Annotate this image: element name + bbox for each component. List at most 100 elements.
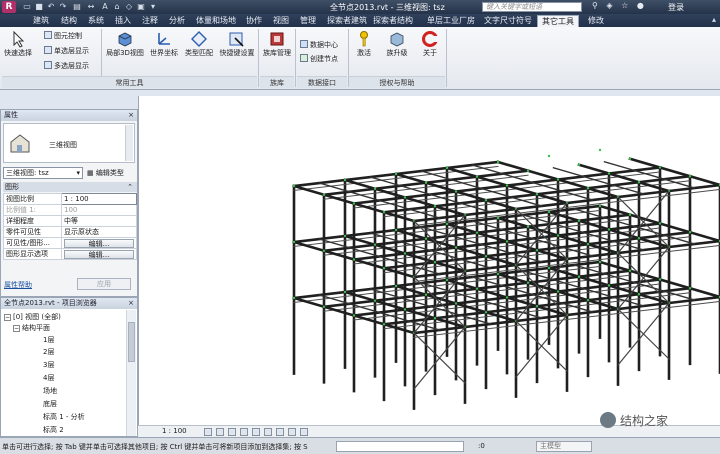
tab-tsz-struct[interactable]: 探索者结构 <box>373 15 413 27</box>
tab-analyze[interactable]: 分析 <box>169 15 185 27</box>
tab-tsz-arch[interactable]: 探索者建筑 <box>327 15 367 27</box>
type-match-button[interactable]: 类型匹配 <box>182 30 216 58</box>
close-icon[interactable]: × <box>128 298 134 309</box>
tree-views-root[interactable]: − [0] 视图 (全部) <box>4 312 61 322</box>
steel-frame-model <box>292 148 720 410</box>
data-center-button[interactable]: 数据中心 <box>300 40 338 50</box>
edit-type-button[interactable]: ▦ 编辑类型 <box>87 167 124 179</box>
shortcut-settings-button[interactable]: 快捷键设置 <box>217 30 257 58</box>
visual-style-icon[interactable] <box>216 428 224 436</box>
text-icon[interactable]: A <box>100 2 110 12</box>
tab-annotate[interactable]: 注释 <box>142 15 158 27</box>
tab-collaborate[interactable]: 协作 <box>246 15 262 27</box>
element-control-button[interactable]: 图元控制 <box>44 31 82 41</box>
tree-item-level-3[interactable]: 3层 <box>43 360 54 370</box>
print-icon[interactable]: ▤ <box>72 2 82 12</box>
sun-path-icon[interactable] <box>228 428 236 436</box>
family-manager-button[interactable]: 族库管理 <box>260 30 294 58</box>
type-selector[interactable]: 三维视图 <box>3 123 135 163</box>
close-hidden-icon[interactable]: ▣ <box>136 2 146 12</box>
detail-level-field[interactable]: 中等 <box>61 215 137 227</box>
local-3d-button[interactable]: 局部3D视图 <box>104 30 146 58</box>
tab-architecture[interactable]: 建筑 <box>33 15 49 27</box>
detail-level-icon[interactable] <box>204 428 212 436</box>
binoculars-icon[interactable]: ⚲ <box>592 1 598 10</box>
3d-viewport[interactable] <box>138 96 720 425</box>
view-instance-select[interactable]: 三维视图: tsz <box>3 167 83 179</box>
type-scrollbar[interactable] <box>125 125 133 161</box>
3d-view-icon[interactable]: ⌂ <box>112 2 122 12</box>
minimize-ribbon-icon[interactable]: ▴ <box>712 15 716 24</box>
activate-label: 激活 <box>357 49 371 57</box>
star-icon[interactable]: ☆ <box>621 1 628 10</box>
tab-massing-site[interactable]: 体量和场地 <box>196 15 236 27</box>
instance-row: 三维视图: tsz ▦ 编辑类型 <box>3 167 137 180</box>
family-upgrade-button[interactable]: 族升级 <box>382 30 412 58</box>
open-icon[interactable]: ▭ <box>22 2 32 12</box>
node-connection <box>688 175 692 178</box>
browser-scrollbar[interactable] <box>126 310 136 436</box>
tab-other-tools[interactable]: 其它工具 <box>537 15 579 27</box>
close-icon[interactable]: × <box>128 110 134 121</box>
undo-icon[interactable]: ↶ <box>46 2 56 12</box>
about-button[interactable]: 关于 <box>418 30 442 58</box>
collapse-icon[interactable]: − <box>13 325 20 332</box>
properties-help-link[interactable]: 属性帮助 <box>4 280 32 290</box>
tab-text-dims[interactable]: 文字尺寸符号 <box>484 15 532 27</box>
crop-view-icon[interactable] <box>252 428 260 436</box>
measure-icon[interactable]: ↔ <box>86 2 96 12</box>
collapse-icon[interactable]: − <box>4 314 11 321</box>
tab-systems[interactable]: 系统 <box>88 15 104 27</box>
tree-item-level2[interactable]: 标高 2 <box>43 425 64 435</box>
graphic-display-edit-button[interactable]: 编辑... <box>64 249 134 259</box>
tree-item-level-1[interactable]: 1层 <box>43 335 54 345</box>
customize-qat-icon[interactable]: ▾ <box>148 2 158 12</box>
graphics-section[interactable]: 图形 ⌃ <box>3 182 137 192</box>
tab-structure[interactable]: 结构 <box>61 15 77 27</box>
redo-icon[interactable]: ↷ <box>58 2 68 12</box>
node-connection <box>496 160 500 164</box>
shadows-icon[interactable] <box>240 428 248 436</box>
section-icon[interactable]: ◇ <box>124 2 134 12</box>
tab-insert[interactable]: 插入 <box>115 15 131 27</box>
app-menu-button[interactable]: R <box>2 1 16 13</box>
tree-item-level-2[interactable]: 2层 <box>43 347 54 357</box>
tree-item-level1-analysis[interactable]: 标高 1 - 分析 <box>43 412 85 422</box>
apply-button[interactable]: 应用 <box>77 278 131 290</box>
tree-item-level-4[interactable]: 4层 <box>43 373 54 383</box>
design-option-select[interactable]: 主模型 <box>536 441 592 452</box>
world-coord-button[interactable]: 世界坐标 <box>147 30 181 58</box>
prop-key: 图形显示选项 <box>3 248 62 260</box>
view-scale[interactable]: 1 : 100 <box>162 427 187 435</box>
tab-view[interactable]: 视图 <box>273 15 289 27</box>
reveal-hidden-icon[interactable] <box>300 428 308 436</box>
tree-item-base[interactable]: 底层 <box>43 399 57 409</box>
quick-select-button[interactable]: 快速选择 <box>2 30 34 58</box>
vg-cell: 编辑... <box>61 237 137 249</box>
single-layer-display-button[interactable]: 单选层显示 <box>44 46 89 56</box>
multi-layer-display-button[interactable]: 多选层显示 <box>44 61 89 71</box>
tree-structural-plans[interactable]: − 结构平面 <box>13 323 50 333</box>
lock-view-icon[interactable] <box>276 428 284 436</box>
tab-manage[interactable]: 管理 <box>300 15 316 27</box>
tab-industrial[interactable]: 单层工业厂房 <box>427 15 475 27</box>
create-node-button[interactable]: 创建节点 <box>300 54 338 64</box>
scrollbar-thumb[interactable] <box>128 322 135 362</box>
hide-isolate-icon[interactable] <box>288 428 296 436</box>
collapse-icon: ⌃ <box>127 183 133 191</box>
workset-select[interactable] <box>336 441 464 452</box>
vg-edit-button[interactable]: 编辑... <box>64 238 134 248</box>
show-crop-icon[interactable] <box>264 428 272 436</box>
activate-button[interactable]: 激活 <box>352 30 376 58</box>
tree-item-site[interactable]: 场地 <box>43 386 57 396</box>
subscription-icon[interactable]: ◈ <box>606 1 612 10</box>
brace <box>617 308 670 360</box>
node-connection <box>535 193 539 196</box>
search-input[interactable]: 键入关键字或短语 <box>482 2 582 12</box>
parts-visibility-field[interactable]: 显示原状态 <box>61 226 137 238</box>
user-icon[interactable]: ● <box>637 1 644 10</box>
save-icon[interactable]: ■ <box>34 2 44 12</box>
view-scale-field[interactable]: 1 : 100 <box>61 193 137 205</box>
tab-modify[interactable]: 修改 <box>588 15 604 27</box>
login-link[interactable]: 登录 <box>668 2 684 13</box>
